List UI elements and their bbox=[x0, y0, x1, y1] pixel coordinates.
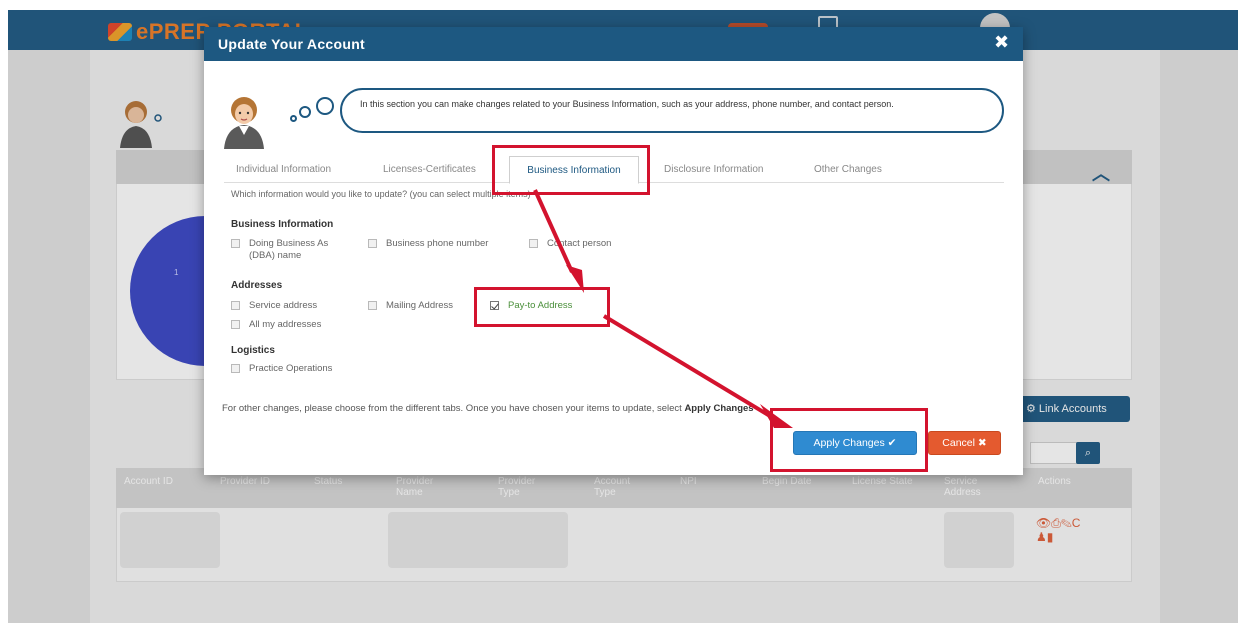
thought-dot-small bbox=[290, 115, 297, 122]
checkbox-label: Contact person bbox=[547, 238, 612, 249]
assistant-speech-bubble: In this section you can make changes rel… bbox=[340, 88, 1004, 133]
checkbox-label: Service address bbox=[249, 300, 318, 311]
checkbox-box[interactable] bbox=[529, 239, 538, 248]
annotation-highlight-checkbox bbox=[474, 287, 610, 327]
checkbox-dba-name[interactable]: Doing Business As (DBA) name bbox=[231, 238, 351, 262]
annotation-highlight-apply bbox=[770, 408, 928, 472]
assistant-message: In this section you can make changes rel… bbox=[360, 99, 894, 109]
checkbox-practice-operations[interactable]: Practice Operations bbox=[231, 363, 391, 375]
tab-licenses-certificates[interactable]: Licenses-Certificates bbox=[383, 164, 476, 175]
screenshot-stage: ePREP PORTAL ︿ 1 ⚙ Link Accounts ⌕ Accou… bbox=[0, 0, 1246, 623]
checkbox-box[interactable] bbox=[231, 364, 240, 373]
section-title-business: Business Information bbox=[231, 219, 334, 230]
tab-individual-information[interactable]: Individual Information bbox=[236, 164, 331, 175]
cancel-label: Cancel bbox=[942, 437, 975, 449]
checkbox-box[interactable] bbox=[368, 239, 377, 248]
modal-title: Update Your Account bbox=[218, 36, 366, 52]
checkbox-all-addresses[interactable]: All my addresses bbox=[231, 319, 371, 331]
checkbox-label: Business phone number bbox=[386, 238, 489, 249]
tab-disclosure-information[interactable]: Disclosure Information bbox=[664, 164, 763, 175]
checkbox-label: Practice Operations bbox=[249, 363, 333, 374]
checkbox-mailing-address[interactable]: Mailing Address bbox=[368, 300, 488, 312]
update-question: Which information would you like to upda… bbox=[231, 189, 531, 199]
checkbox-box[interactable] bbox=[368, 301, 377, 310]
close-icon[interactable]: ✖ bbox=[994, 32, 1009, 53]
thought-dot-large bbox=[316, 97, 334, 115]
checkbox-box[interactable] bbox=[231, 320, 240, 329]
checkbox-label: All my addresses bbox=[249, 319, 322, 330]
section-title-logistics: Logistics bbox=[231, 345, 275, 356]
checkbox-label: Mailing Address bbox=[386, 300, 454, 311]
checkbox-label: Doing Business As (DBA) name bbox=[249, 238, 329, 261]
section-title-addresses: Addresses bbox=[231, 280, 283, 291]
footer-instructions-text: For other changes, please choose from th… bbox=[222, 403, 685, 414]
checkbox-box[interactable] bbox=[231, 301, 240, 310]
assistant-character-icon bbox=[224, 97, 264, 149]
checkbox-service-address[interactable]: Service address bbox=[231, 300, 351, 312]
checkbox-contact-person[interactable]: Contact person bbox=[529, 238, 649, 250]
checkbox-box[interactable] bbox=[231, 239, 240, 248]
cancel-button[interactable]: Cancel ✖ bbox=[928, 431, 1001, 455]
footer-instructions-highlight: Apply Changes bbox=[684, 403, 754, 414]
modal-header: Update Your Account ✖ bbox=[204, 27, 1023, 61]
thought-dot-medium bbox=[299, 106, 311, 118]
footer-instructions: For other changes, please choose from th… bbox=[222, 403, 754, 414]
checkbox-business-phone[interactable]: Business phone number bbox=[368, 238, 518, 250]
annotation-highlight-tab bbox=[492, 145, 650, 195]
close-x-icon: ✖ bbox=[977, 437, 987, 449]
tab-other-changes[interactable]: Other Changes bbox=[814, 164, 882, 175]
